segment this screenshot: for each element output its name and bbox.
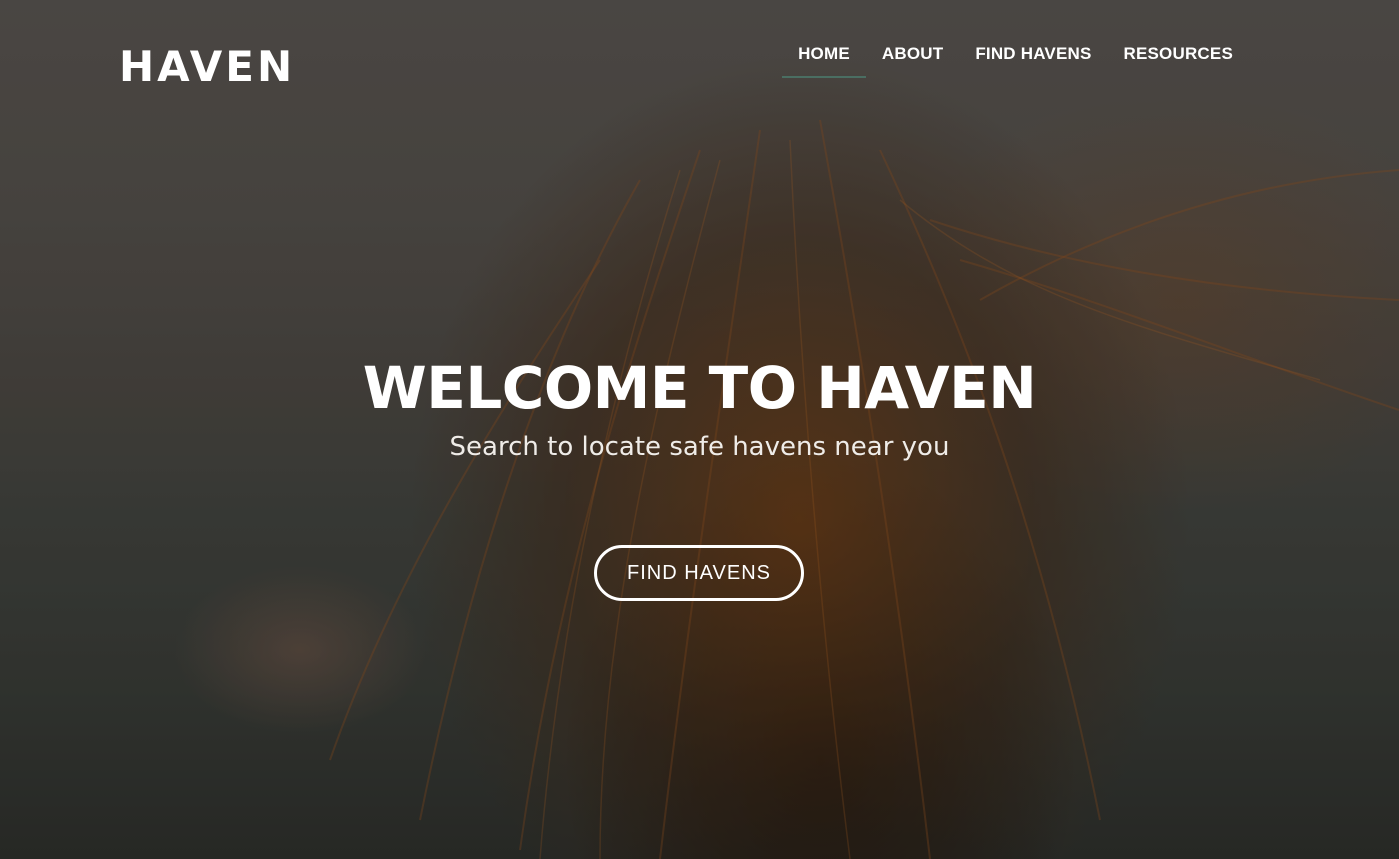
hero-subtitle: Search to locate safe havens near you: [449, 432, 950, 462]
hero-section: WELCOME TO HAVEN Search to locate safe h…: [0, 352, 1399, 464]
nav-item-home[interactable]: HOME: [782, 40, 866, 78]
find-havens-button[interactable]: FIND HAVENS: [594, 545, 804, 601]
nav-item-find-havens[interactable]: FIND HAVENS: [959, 40, 1107, 78]
landing-page: HAVEN HOME ABOUT FIND HAVENS RESOURCES W…: [0, 0, 1399, 859]
main-nav: HOME ABOUT FIND HAVENS RESOURCES: [782, 40, 1249, 78]
site-logo[interactable]: HAVEN: [119, 42, 295, 92]
nav-item-resources[interactable]: RESOURCES: [1108, 40, 1250, 78]
hero-title: WELCOME TO HAVEN: [362, 354, 1037, 422]
nav-item-about[interactable]: ABOUT: [866, 40, 959, 78]
